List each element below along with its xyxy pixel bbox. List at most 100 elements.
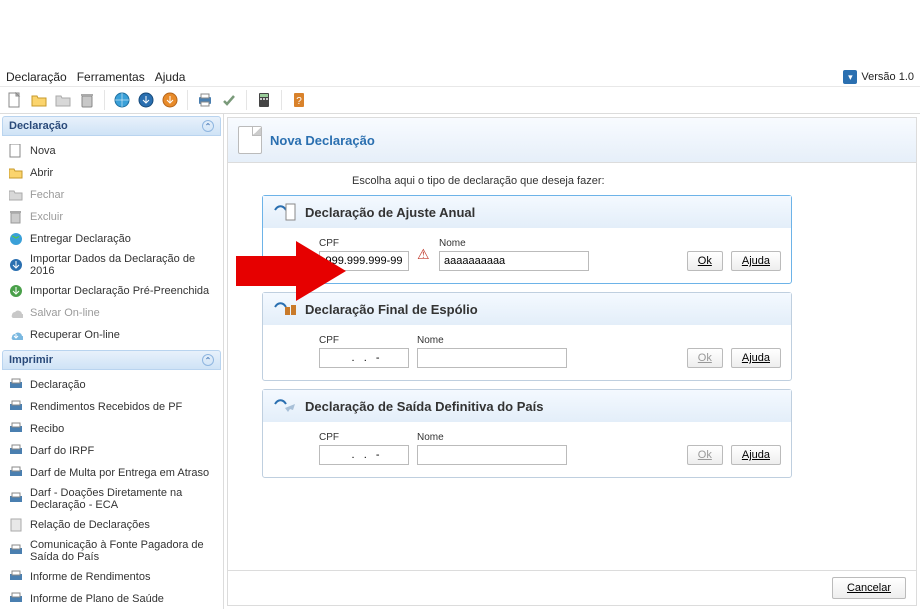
sidebar-item-salvar-online[interactable]: Salvar On-line [4,302,219,324]
printer-icon [8,377,24,393]
card-title: Declaração Final de Espólio [305,302,478,317]
toolbar-print-icon[interactable] [196,91,214,109]
panel-header-imprimir[interactable]: Imprimir ⌃ [2,350,221,370]
toolbar-check-icon[interactable] [220,91,238,109]
sidebar-item-print-relacao[interactable]: Relação de Declarações [4,514,219,536]
globe-icon [8,231,24,247]
sidebar-item-fechar[interactable]: Fechar [4,184,219,206]
sidebar-item-print-declaracao[interactable]: Declaração [4,374,219,396]
doc-icon [8,517,24,533]
printer-icon [8,465,24,481]
toolbar-new-icon[interactable] [6,91,24,109]
sidebar: Declaração ⌃ Nova Abrir Fechar Excluir E… [0,114,224,609]
nome-input[interactable] [417,445,567,465]
card-icon [273,299,297,319]
sidebar-item-print-recibo[interactable]: Recibo [4,418,219,440]
card-icon [273,396,297,416]
cpf-input[interactable] [319,348,409,368]
panel-title: Declaração [9,120,68,132]
ok-button[interactable]: Ok [687,445,723,465]
menu-ajuda[interactable]: Ajuda [155,70,186,84]
instruction-text: Escolha aqui o tipo de declaração que de… [352,175,902,187]
svg-text:?: ? [296,96,302,107]
sidebar-item-nova[interactable]: Nova [4,140,219,162]
nome-label: Nome [439,238,589,249]
sidebar-item-recuperar-online[interactable]: Recuperar On-line [4,324,219,346]
content-title: Nova Declaração [270,133,375,148]
sidebar-item-print-darf-eca[interactable]: Darf - Doações Diretamente na Declaração… [4,484,219,514]
version-label: Versão 1.0 [861,71,914,83]
toolbar-calc-icon[interactable] [255,91,273,109]
ajuda-button[interactable]: Ajuda [731,348,781,368]
toolbar-close-icon[interactable] [54,91,72,109]
cpf-input[interactable] [319,445,409,465]
import-green-icon [8,283,24,299]
sidebar-item-print-darf-irpf[interactable]: Darf do IRPF [4,440,219,462]
card-title: Declaração de Saída Definitiva do País [305,399,543,414]
content: Nova Declaração Escolha aqui o tipo de d… [224,114,920,609]
warning-icon: ⚠ [417,247,431,261]
trash-icon [8,209,24,225]
menu-ferramentas[interactable]: Ferramentas [77,70,145,84]
printer-icon [8,399,24,415]
content-body: Escolha aqui o tipo de declaração que de… [228,163,916,570]
ok-button[interactable]: Ok [687,348,723,368]
ajuda-button[interactable]: Ajuda [731,251,781,271]
printer-icon [8,569,24,585]
sidebar-item-entregar[interactable]: Entregar Declaração [4,228,219,250]
sidebar-item-print-comunicacao[interactable]: Comunicação à Fonte Pagadora de Saída do… [4,536,219,566]
toolbar-help-icon[interactable]: ? [290,91,308,109]
panel-header-declaracao[interactable]: Declaração ⌃ [2,116,221,136]
folder-gray-icon [8,187,24,203]
cloud-down-icon [8,327,24,343]
cloud-icon [8,305,24,321]
sidebar-item-importar-pre[interactable]: Importar Declaração Pré-Preenchida [4,280,219,302]
sidebar-item-print-rendimentos[interactable]: Rendimentos Recebidos de PF [4,396,219,418]
toolbar-import-alt-icon[interactable] [161,91,179,109]
page-icon [8,143,24,159]
card-icon [273,202,297,222]
content-header: Nova Declaração [228,118,916,163]
toolbar-import-icon[interactable] [137,91,155,109]
menubar: Declaração Ferramentas Ajuda ▾ Versão 1.… [0,68,920,86]
app-icon: ▾ [843,70,857,84]
nome-input[interactable] [439,251,589,271]
folder-icon [8,165,24,181]
cancel-button[interactable]: Cancelar [832,577,906,599]
ajuda-button[interactable]: Ajuda [731,445,781,465]
collapse-icon[interactable]: ⌃ [202,354,214,366]
nome-label: Nome [417,335,567,346]
sidebar-item-abrir[interactable]: Abrir [4,162,219,184]
ok-button[interactable]: Ok [687,251,723,271]
page-icon [238,126,262,154]
nome-input[interactable] [417,348,567,368]
cpf-label: CPF [319,335,409,346]
import-blue-icon [8,257,24,273]
bottom-bar: Cancelar [228,570,916,605]
sidebar-item-print-informe-rend[interactable]: Informe de Rendimentos [4,566,219,588]
printer-icon [8,421,24,437]
sidebar-item-importar-2016[interactable]: Importar Dados da Declaração de 2016 [4,250,219,280]
arrow-annotation [236,241,346,301]
sidebar-item-print-darf-multa[interactable]: Darf de Multa por Entrega em Atraso [4,462,219,484]
panel-title: Imprimir [9,354,53,366]
card-title: Declaração de Ajuste Anual [305,205,475,220]
panel-body-imprimir: Declaração Rendimentos Recebidos de PF R… [0,372,223,609]
card-espolio: Declaração Final de Espólio CPF Nome Ok [262,292,792,381]
card-saida-pais: Declaração de Saída Definitiva do País C… [262,389,792,478]
cpf-label: CPF [319,432,409,443]
toolbar-trash-icon[interactable] [78,91,96,109]
sidebar-item-excluir[interactable]: Excluir [4,206,219,228]
menu-declaracao[interactable]: Declaração [6,70,67,84]
panel-body-declaracao: Nova Abrir Fechar Excluir Entregar Decla… [0,138,223,348]
printer-icon [8,491,24,507]
sidebar-item-print-informe-saude[interactable]: Informe de Plano de Saúde [4,588,219,609]
toolbar-globe-icon[interactable] [113,91,131,109]
collapse-icon[interactable]: ⌃ [202,120,214,132]
printer-icon [8,591,24,607]
printer-icon [8,543,24,559]
nome-label: Nome [417,432,567,443]
toolbar-open-icon[interactable] [30,91,48,109]
printer-icon [8,443,24,459]
toolbar: ? [0,86,920,114]
